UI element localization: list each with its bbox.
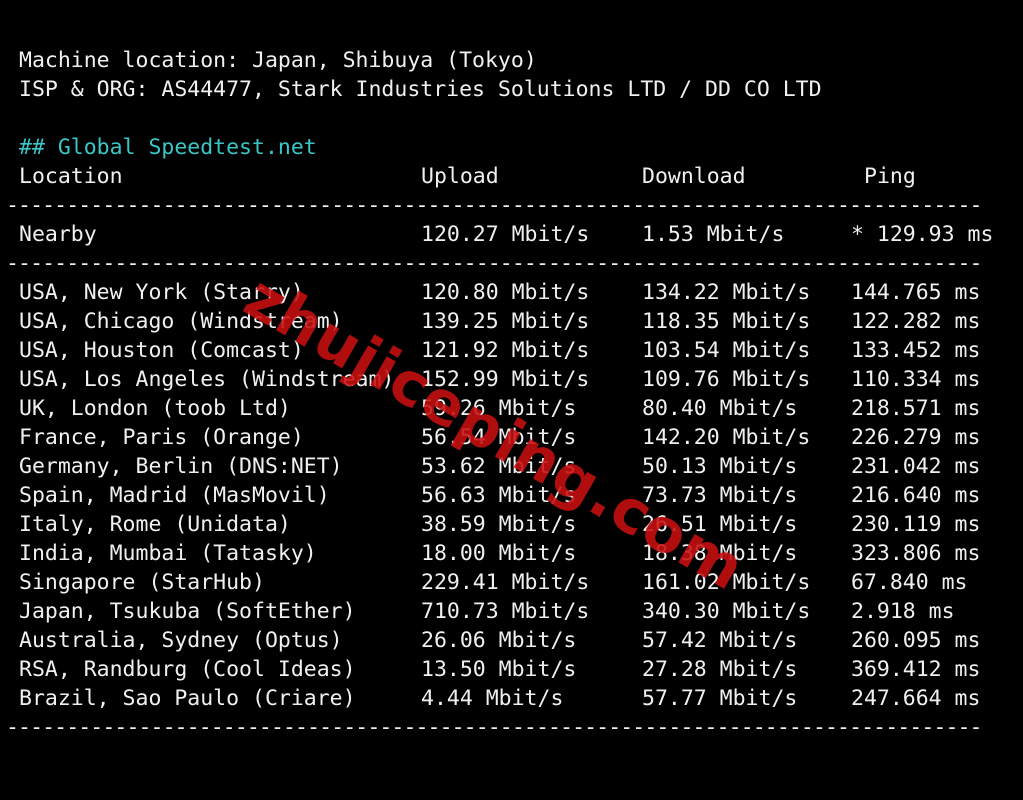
header-upload: Upload	[421, 164, 499, 189]
row-upload: 13.50 Mbit/s	[421, 657, 577, 682]
row-download: 27.28 Mbit/s	[642, 657, 798, 682]
row-download: 57.42 Mbit/s	[642, 628, 798, 653]
row-download: 50.13 Mbit/s	[642, 454, 798, 479]
row-download: 118.35 Mbit/s	[642, 309, 811, 334]
row-upload: 18.00 Mbit/s	[421, 541, 577, 566]
separator-line: ----------------------------------------…	[0, 713, 1023, 742]
table-row: UK, London (toob Ltd) 59.26 Mbit/s 80.40 M…	[0, 394, 1023, 423]
table-row: USA, New York (Starry) 120.80 Mbit/s 134.2…	[0, 278, 1023, 307]
row-ping: 231.042 ms	[851, 454, 981, 479]
row-ping: 144.765 ms	[851, 280, 981, 305]
table-row: Germany, Berlin (DNS:NET) 53.62 Mbit/s 50.…	[0, 452, 1023, 481]
nearby-download: 1.53 Mbit/s	[642, 222, 785, 247]
separator-line: ----------------------------------------…	[0, 191, 1023, 220]
row-ping: 133.452 ms	[851, 338, 981, 363]
row-location: UK, London (toob Ltd)	[19, 396, 291, 421]
row-download: 103.54 Mbit/s	[642, 338, 811, 363]
row-upload: 53.62 Mbit/s	[421, 454, 577, 479]
row-location: Japan, Tsukuba (SoftEther)	[19, 599, 356, 624]
row-location: Spain, Madrid (MasMovil)	[19, 483, 330, 508]
row-upload: 121.92 Mbit/s	[421, 338, 590, 363]
table-row: Spain, Madrid (MasMovil) 56.63 Mbit/s 73.7…	[0, 481, 1023, 510]
row-upload: 152.99 Mbit/s	[421, 367, 590, 392]
row-download: 340.30 Mbit/s	[642, 599, 811, 624]
row-location: Italy, Rome (Unidata)	[19, 512, 291, 537]
table-row: USA, Chicago (Windstream) 139.25 Mbit/s 11…	[0, 307, 1023, 336]
row-download: 80.40 Mbit/s	[642, 396, 798, 421]
row-ping: 247.664 ms	[851, 686, 981, 711]
table-row: Brazil, Sao Paulo (Criare) 4.44 Mbit/s 57.…	[0, 684, 1023, 713]
row-ping: 110.334 ms	[851, 367, 981, 392]
table-row: India, Mumbai (Tatasky) 18.00 Mbit/s 18.38…	[0, 539, 1023, 568]
header-download: Download	[642, 164, 746, 189]
row-upload: 120.80 Mbit/s	[421, 280, 590, 305]
row-location: USA, Los Angeles (Windstream)	[19, 367, 395, 392]
table-row: Singapore (StarHub) 229.41 Mbit/s 161.02 M…	[0, 568, 1023, 597]
table-row: Italy, Rome (Unidata) 38.59 Mbit/s 26.51 M…	[0, 510, 1023, 539]
row-download: 73.73 Mbit/s	[642, 483, 798, 508]
row-download: 142.20 Mbit/s	[642, 425, 811, 450]
row-ping: 323.806 ms	[851, 541, 981, 566]
row-ping: 67.840 ms	[851, 570, 968, 595]
table-header-row: Location Upload Download Ping	[0, 162, 1023, 191]
table-row: Australia, Sydney (Optus) 26.06 Mbit/s 57.…	[0, 626, 1023, 655]
row-location: Australia, Sydney (Optus)	[19, 628, 343, 653]
row-location: Brazil, Sao Paulo (Criare)	[19, 686, 356, 711]
row-location: India, Mumbai (Tatasky)	[19, 541, 317, 566]
isp-org-line: ISP & ORG: AS44477, Stark Industries Sol…	[0, 46, 1023, 102]
row-upload: 26.06 Mbit/s	[421, 628, 577, 653]
row-location: France, Paris (Orange)	[19, 425, 304, 450]
row-upload: 38.59 Mbit/s	[421, 512, 577, 537]
row-ping: 226.279 ms	[851, 425, 981, 450]
row-location: USA, Chicago (Windstream)	[19, 309, 343, 334]
row-download: 18.38 Mbit/s	[642, 541, 798, 566]
row-download: 109.76 Mbit/s	[642, 367, 811, 392]
separator: ----------------------------------------…	[6, 251, 981, 276]
section-heading-line: ## Global Speedtest.net	[0, 104, 1023, 160]
row-ping: 122.282 ms	[851, 309, 981, 334]
row-location: USA, New York (Starry)	[19, 280, 304, 305]
row-download: 161.02 Mbit/s	[642, 570, 811, 595]
row-upload: 59.26 Mbit/s	[421, 396, 577, 421]
header-location: Location	[19, 164, 123, 189]
table-row: RSA, Randburg (Cool Ideas) 13.50 Mbit/s 27…	[0, 655, 1023, 684]
nearby-upload: 120.27 Mbit/s	[421, 222, 590, 247]
row-download: 57.77 Mbit/s	[642, 686, 798, 711]
result-rows: USA, New York (Starry) 120.80 Mbit/s 134.2…	[0, 278, 1023, 713]
row-download: 26.51 Mbit/s	[642, 512, 798, 537]
row-ping: 218.571 ms	[851, 396, 981, 421]
nearby-location: Nearby	[19, 222, 97, 247]
table-row: USA, Houston (Comcast) 121.92 Mbit/s 103.5…	[0, 336, 1023, 365]
row-upload: 139.25 Mbit/s	[421, 309, 590, 334]
row-upload: 56.54 Mbit/s	[421, 425, 577, 450]
separator: ----------------------------------------…	[6, 715, 981, 740]
row-upload: 229.41 Mbit/s	[421, 570, 590, 595]
row-ping: 260.095 ms	[851, 628, 981, 653]
separator-line: ----------------------------------------…	[0, 249, 1023, 278]
row-upload: 4.44 Mbit/s	[421, 686, 564, 711]
machine-location-line: Machine location: Japan, Shibuya (Tokyo)	[0, 17, 1023, 73]
row-ping: 2.918 ms	[851, 599, 955, 624]
table-row: USA, Los Angeles (Windstream) 152.99 Mbit…	[0, 365, 1023, 394]
table-row: Japan, Tsukuba (SoftEther) 710.73 Mbit/s 3…	[0, 597, 1023, 626]
row-location: Germany, Berlin (DNS:NET)	[19, 454, 343, 479]
row-upload: 710.73 Mbit/s	[421, 599, 590, 624]
row-upload: 56.63 Mbit/s	[421, 483, 577, 508]
row-ping: 230.119 ms	[851, 512, 981, 537]
row-ping: 216.640 ms	[851, 483, 981, 508]
row-location: RSA, Randburg (Cool Ideas)	[19, 657, 356, 682]
separator: ----------------------------------------…	[6, 193, 981, 218]
nearby-ping: * 129.93 ms	[851, 222, 994, 247]
row-download: 134.22 Mbit/s	[642, 280, 811, 305]
row-ping: 369.412 ms	[851, 657, 981, 682]
row-location: Singapore (StarHub)	[19, 570, 265, 595]
row-location: USA, Houston (Comcast)	[19, 338, 304, 363]
terminal-output: Machine location: Japan, Shibuya (Tokyo)…	[0, 17, 1023, 742]
nearby-row: Nearby 120.27 Mbit/s 1.53 Mbit/s * 129.9…	[0, 220, 1023, 249]
header-ping: Ping	[864, 164, 916, 189]
table-row: France, Paris (Orange) 56.54 Mbit/s 142.20…	[0, 423, 1023, 452]
